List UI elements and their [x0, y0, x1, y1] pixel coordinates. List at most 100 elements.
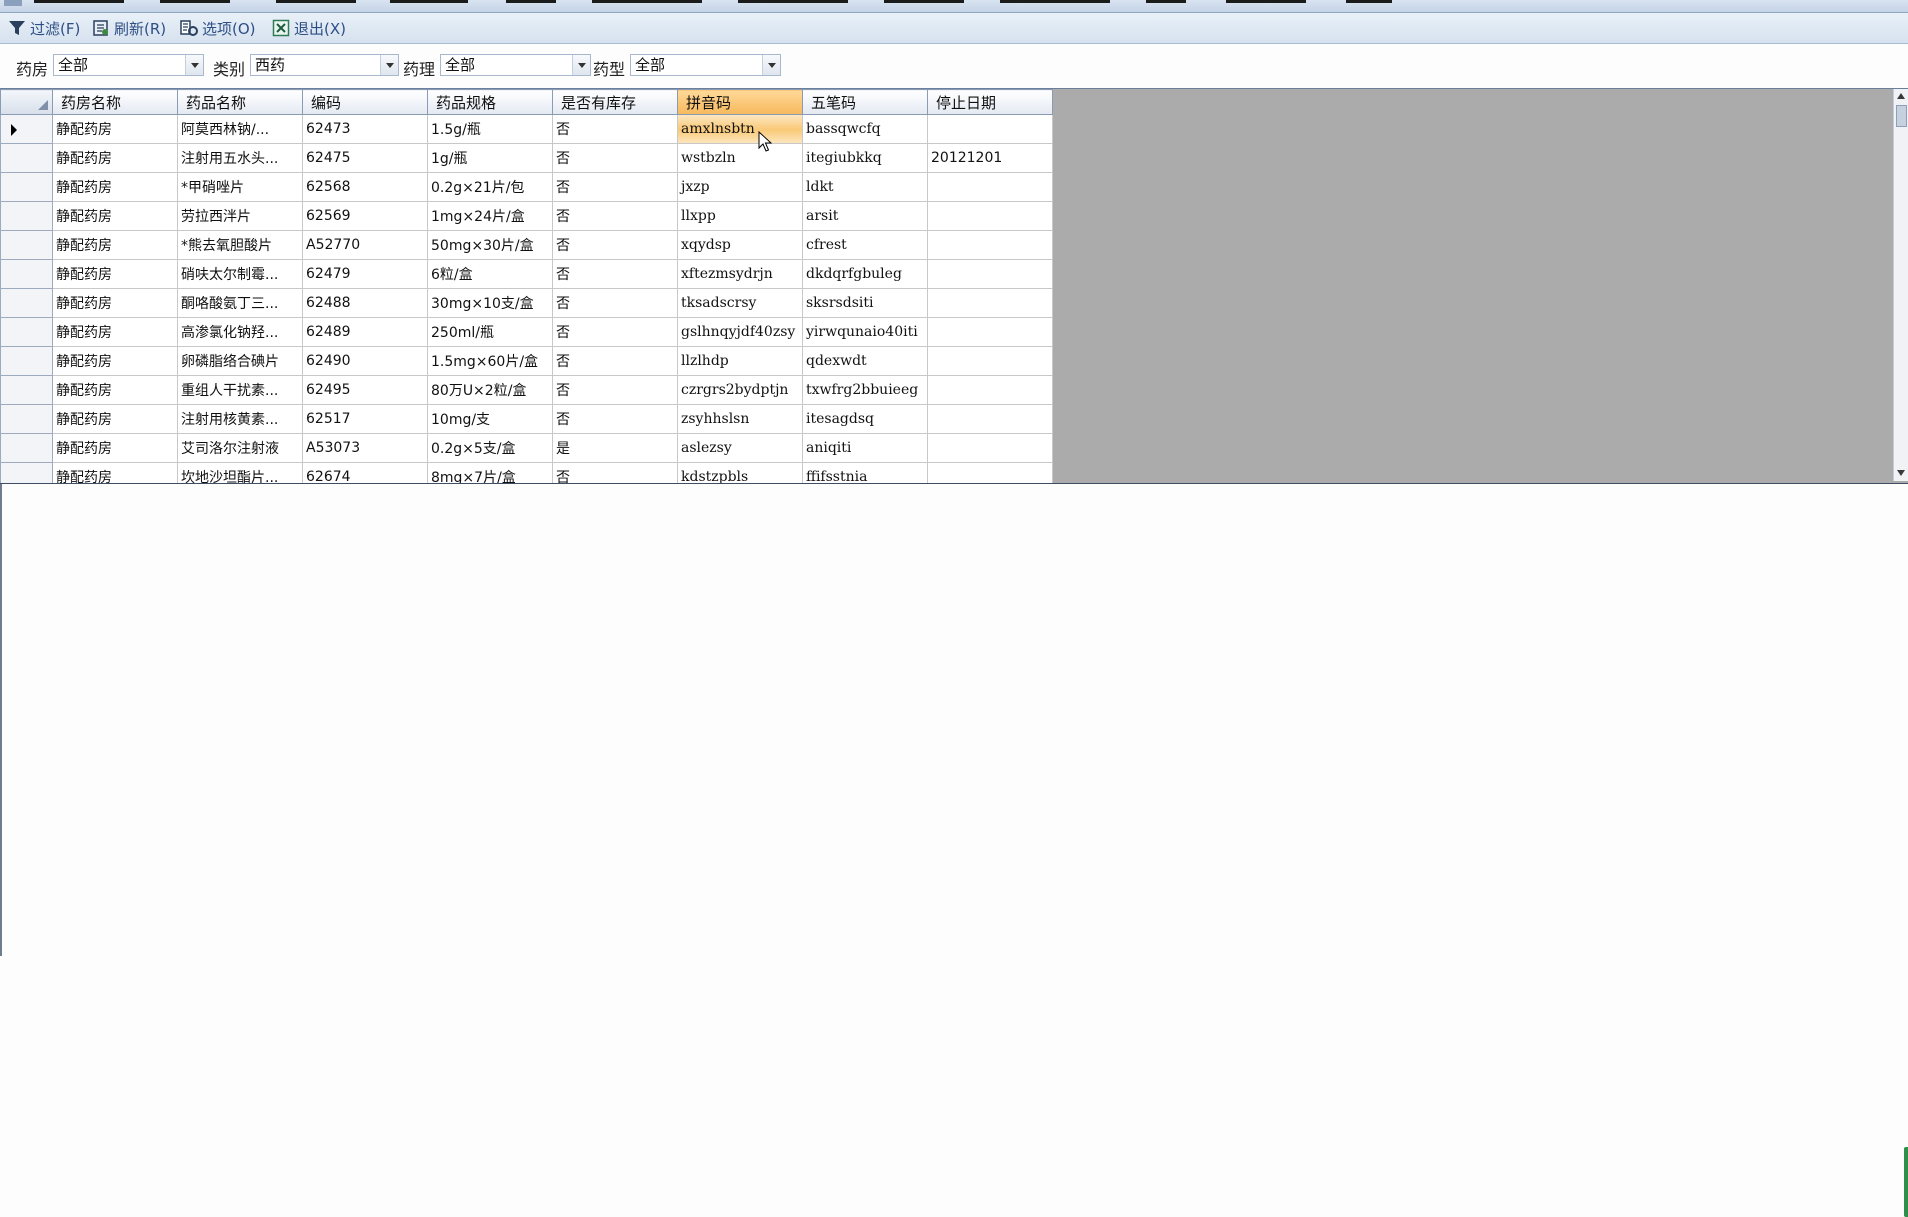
table-cell[interactable]: 1mg×24片/盒	[427, 201, 553, 231]
table-cell[interactable]: zsyhhslsn	[677, 404, 803, 434]
table-cell[interactable]: 否	[552, 259, 678, 289]
table-row[interactable]: 静配药房 注射用五水头... 62475 1g/瓶否 wstbzln itegiubkkq…	[0, 143, 1053, 173]
table-cell[interactable]: 250ml/瓶	[427, 317, 553, 347]
table-cell[interactable]: arsit	[802, 201, 928, 231]
chevron-down-icon[interactable]	[572, 55, 590, 75]
row-indicator[interactable]	[0, 288, 53, 318]
table-cell[interactable]: tksadscrsy	[677, 288, 803, 318]
table-cell[interactable]: 静配药房	[52, 143, 178, 173]
menu-item-4[interactable]	[390, 0, 468, 3]
filter-button[interactable]: 过滤(F)	[8, 17, 80, 39]
table-cell[interactable]: itesagdsq	[802, 404, 928, 434]
table-cell[interactable]: 0.2g×21片/包	[427, 172, 553, 202]
table-cell[interactable]	[927, 375, 1053, 405]
table-cell[interactable]: 硝呋太尔制霉...	[177, 259, 303, 289]
row-indicator[interactable]	[0, 143, 53, 173]
table-cell[interactable]: 否	[552, 404, 678, 434]
table-cell[interactable]: cfrest	[802, 230, 928, 260]
table-row[interactable]: 静配药房 卵磷脂络合碘片 62490 1.5mg×60片/盒否 llzlhdp qdexw…	[0, 346, 1053, 376]
table-cell[interactable]	[927, 201, 1053, 231]
menu-item-5[interactable]	[506, 0, 556, 3]
table-cell[interactable]: 重组人干扰素...	[177, 375, 303, 405]
table-cell[interactable]: 62473	[302, 114, 428, 144]
scroll-up-icon[interactable]	[1897, 93, 1905, 99]
table-cell[interactable]: 静配药房	[52, 259, 178, 289]
table-cell[interactable]: 1.5g/瓶	[427, 114, 553, 144]
table-cell[interactable]: 注射用五水头...	[177, 143, 303, 173]
table-cell[interactable]: 62488	[302, 288, 428, 318]
table-cell[interactable]: 静配药房	[52, 462, 178, 483]
table-row[interactable]: 静配药房 重组人干扰素... 62495 80万U×2粒/盒否 czrgrs2bydpt…	[0, 375, 1053, 405]
table-cell[interactable]: A52770	[302, 230, 428, 260]
table-cell[interactable]: aniqiti	[802, 433, 928, 463]
table-cell[interactable]: 62517	[302, 404, 428, 434]
chevron-down-icon[interactable]	[380, 55, 398, 75]
menu-item-1[interactable]	[34, 0, 124, 3]
category-select[interactable]: 西药	[250, 54, 399, 76]
row-indicator[interactable]	[0, 462, 53, 483]
table-cell[interactable]: 62495	[302, 375, 428, 405]
table-cell[interactable]: 静配药房	[52, 288, 178, 318]
table-cell[interactable]: 否	[552, 114, 678, 144]
table-cell[interactable]: wstbzln	[677, 143, 803, 173]
column-header[interactable]: 药品规格	[427, 89, 553, 115]
table-cell[interactable]	[927, 346, 1053, 376]
row-indicator[interactable]	[0, 259, 53, 289]
table-cell[interactable]: ffifsstnia	[802, 462, 928, 483]
table-cell[interactable]: 否	[552, 288, 678, 318]
table-cell[interactable]: 否	[552, 375, 678, 405]
row-indicator[interactable]	[0, 433, 53, 463]
table-cell[interactable]: 62569	[302, 201, 428, 231]
table-cell[interactable]: 10mg/支	[427, 404, 553, 434]
table-cell[interactable]: 静配药房	[52, 317, 178, 347]
table-cell[interactable]: 62489	[302, 317, 428, 347]
table-cell[interactable]	[927, 288, 1053, 318]
menu-item-12[interactable]	[1346, 0, 1392, 3]
table-cell[interactable]: 艾司洛尔注射液	[177, 433, 303, 463]
side-tab-marker[interactable]	[1904, 1147, 1908, 1217]
table-cell[interactable]: 否	[552, 346, 678, 376]
table-cell[interactable]: 否	[552, 317, 678, 347]
column-header[interactable]: 拼音码	[677, 89, 803, 115]
chevron-down-icon[interactable]	[762, 55, 780, 75]
table-row[interactable]: 静配药房 阿莫西林钠/... 62473 1.5g/瓶否 amxlnsbtn bassqw…	[0, 114, 1053, 144]
table-cell[interactable]: 注射用核黄素...	[177, 404, 303, 434]
table-cell[interactable]: 劳拉西泮片	[177, 201, 303, 231]
table-cell[interactable]: kdstzpbls	[677, 462, 803, 483]
table-row[interactable]: 静配药房 劳拉西泮片 62569 1mg×24片/盒否 llxpp arsit	[0, 201, 1053, 231]
table-cell[interactable]: jxzp	[677, 172, 803, 202]
table-cell[interactable]: 否	[552, 201, 678, 231]
pharmacology-select[interactable]: 全部	[440, 54, 591, 76]
row-indicator[interactable]	[0, 404, 53, 434]
table-cell[interactable]: yirwqunaio40iti	[802, 317, 928, 347]
table-cell[interactable]: 静配药房	[52, 114, 178, 144]
table-cell[interactable]: gslhnqyjdf40zsy	[677, 317, 803, 347]
table-cell[interactable]	[927, 114, 1053, 144]
pharmacy-select[interactable]: 全部	[53, 54, 204, 76]
table-cell[interactable]: 否	[552, 462, 678, 483]
table-cell[interactable]: 是	[552, 433, 678, 463]
menu-item-9[interactable]	[1000, 0, 1110, 3]
table-cell[interactable]: 0.2g×5支/盒	[427, 433, 553, 463]
table-cell[interactable]: sksrsdsiti	[802, 288, 928, 318]
refresh-button[interactable]: 刷新(R)	[92, 17, 166, 39]
table-cell[interactable]: 80万U×2粒/盒	[427, 375, 553, 405]
table-cell[interactable]	[927, 433, 1053, 463]
table-cell[interactable]: 1.5mg×60片/盒	[427, 346, 553, 376]
table-cell[interactable]: bassqwcfq	[802, 114, 928, 144]
grid-corner[interactable]	[0, 89, 53, 115]
menu-item-10[interactable]	[1146, 0, 1186, 3]
scroll-down-icon[interactable]	[1897, 470, 1905, 476]
row-indicator[interactable]	[0, 172, 53, 202]
table-cell[interactable]	[927, 317, 1053, 347]
table-cell[interactable]: 62674	[302, 462, 428, 483]
table-row[interactable]: 静配药房 *甲硝唑片 62568 0.2g×21片/包否 jxzp ldkt	[0, 172, 1053, 202]
table-row[interactable]: 静配药房 坎地沙坦酯片... 62674 8mg×7片/盒否 kdstzpbls ffif…	[0, 462, 1053, 483]
column-header[interactable]: 药房名称	[52, 89, 178, 115]
table-cell[interactable]: qdexwdt	[802, 346, 928, 376]
row-indicator[interactable]	[0, 201, 53, 231]
row-indicator[interactable]	[0, 114, 53, 144]
column-header[interactable]: 编码	[302, 89, 428, 115]
table-cell[interactable]: 阿莫西林钠/...	[177, 114, 303, 144]
column-header[interactable]: 是否有库存	[552, 89, 678, 115]
